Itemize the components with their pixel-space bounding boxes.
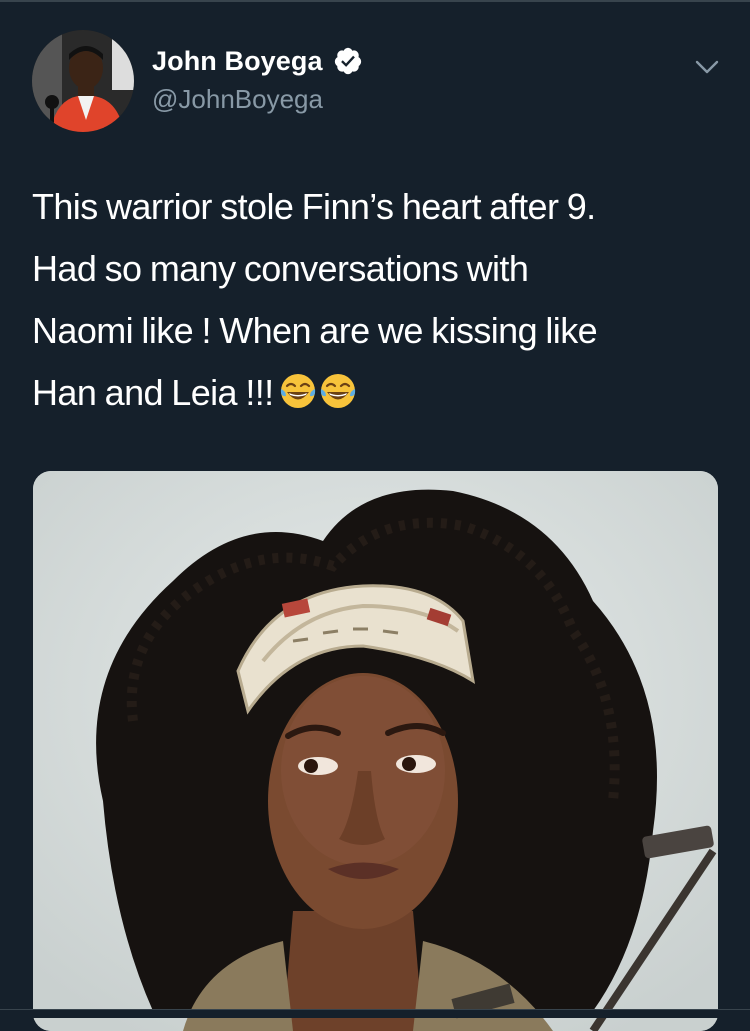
photo-of-woman-with-goggles	[33, 471, 718, 1031]
bottom-divider	[0, 1009, 750, 1018]
more-options-button[interactable]	[692, 52, 722, 82]
avatar-image	[32, 30, 134, 132]
verified-badge-icon	[333, 46, 363, 76]
tweet-header: John Boyega @JohnBoyega	[32, 30, 722, 132]
author-handle[interactable]: @JohnBoyega	[152, 84, 363, 115]
tears-of-joy-emoji-icon	[278, 368, 318, 408]
tweet-media-photo[interactable]	[33, 471, 718, 1031]
tweet-text-line: Naomi like ! When are we kissing like	[32, 310, 598, 351]
tweet-text: This warrior stole Finn’s heart after 9.…	[32, 176, 722, 424]
tears-of-joy-emoji-icon	[318, 368, 358, 408]
tweet-text-line-last: Han and Leia !!!	[32, 362, 722, 424]
tweet-text-line: Had so many conversations with	[32, 248, 529, 289]
author-block[interactable]: John Boyega @JohnBoyega	[152, 44, 363, 115]
tweet-text-line: Han and Leia !!!	[32, 372, 274, 413]
chevron-down-icon	[695, 60, 719, 74]
top-divider	[0, 0, 750, 2]
tweet-text-line: This warrior stole Finn’s heart after 9.	[32, 186, 596, 227]
author-display-name[interactable]: John Boyega	[152, 46, 323, 77]
avatar[interactable]	[32, 30, 134, 132]
